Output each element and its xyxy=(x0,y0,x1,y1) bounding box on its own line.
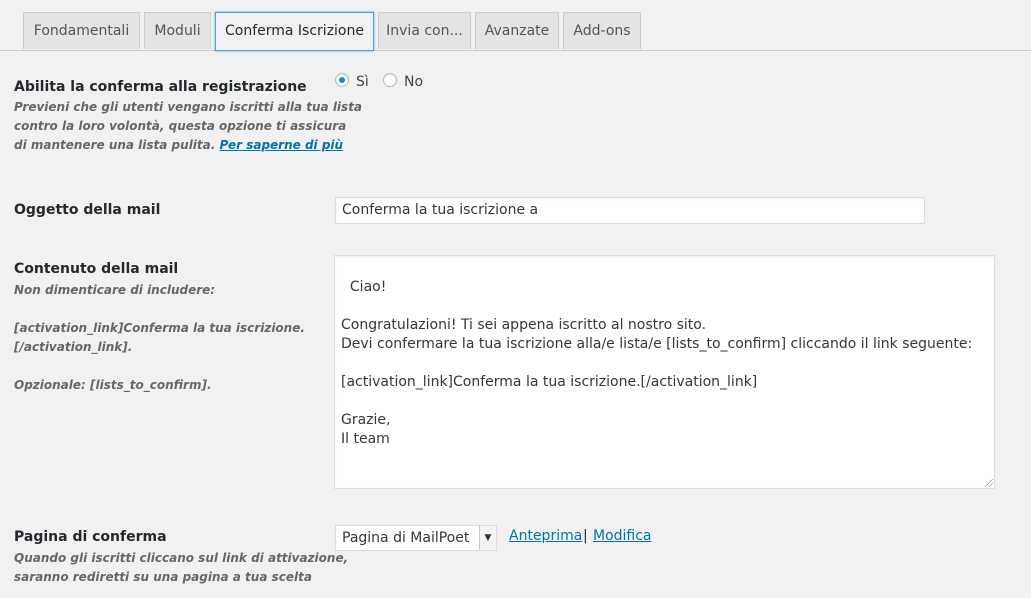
tab-moduli[interactable]: Moduli xyxy=(144,12,211,49)
chevron-down-icon[interactable]: ▼ xyxy=(479,526,496,550)
confirm-page-select-value: Pagina di MailPoet xyxy=(342,530,470,546)
content-desc-gap2 xyxy=(14,357,305,376)
subject-label: Oggetto della mail xyxy=(14,202,161,218)
confirm-page-desc-line2: saranno rediretti su una pagina a tua sc… xyxy=(14,570,312,584)
content-description: Non dimenticare di includere: [activatio… xyxy=(14,281,305,395)
content-desc-line2: [activation_link]Conferma la tua iscrizi… xyxy=(14,321,305,335)
confirm-description: Previeni che gli utenti vengano iscritti… xyxy=(14,98,362,155)
confirm-desc-line3-text: di mantenere una lista pulita. xyxy=(14,138,216,152)
content-label: Contenuto della mail xyxy=(14,261,179,277)
confirm-desc-line2: contro la loro volontà, questa opzione t… xyxy=(14,119,347,133)
tab-invia-con[interactable]: Invia con... xyxy=(378,12,471,49)
content-desc-gap1 xyxy=(14,300,305,319)
confirm-desc-line1: Previeni che gli utenti vengano iscritti… xyxy=(14,100,363,114)
tab-conferma-iscrizione[interactable]: Conferma Iscrizione xyxy=(215,12,374,51)
confirm-label: Abilita la conferma alla registrazione xyxy=(14,79,307,95)
content-desc-line1: Non dimenticare di includere: xyxy=(14,283,216,297)
learn-more-link[interactable]: Per saperne di più xyxy=(220,138,344,152)
edit-link[interactable]: Modifica xyxy=(593,528,652,544)
tab-fondamentali[interactable]: Fondamentali xyxy=(23,12,140,49)
radio-yes-label[interactable]: Sì xyxy=(356,74,369,90)
confirm-desc-line3: di mantenere una lista pulita. Per saper… xyxy=(14,136,362,155)
radio-no[interactable] xyxy=(383,73,397,87)
confirm-page-desc-line1: Quando gli iscritti cliccano sul link di… xyxy=(14,551,349,565)
tab-avanzate[interactable]: Avanzate xyxy=(475,12,559,49)
radio-no-label[interactable]: No xyxy=(404,74,423,90)
tab-add-ons[interactable]: Add-ons xyxy=(563,12,641,49)
content-textarea-text: Ciao! Congratulazioni! Ti sei appena isc… xyxy=(341,279,973,447)
settings-tabs: Fondamentali Moduli Conferma Iscrizione … xyxy=(0,0,1031,51)
confirm-page-label: Pagina di conferma xyxy=(14,529,167,545)
resize-grip-icon[interactable] xyxy=(985,479,993,487)
link-separator: | xyxy=(583,528,588,544)
content-textarea[interactable]: Ciao! Congratulazioni! Ti sei appena isc… xyxy=(334,255,995,489)
radio-yes[interactable] xyxy=(335,73,349,87)
content-desc-line4: Opzionale: [lists_to_confirm]. xyxy=(14,378,212,392)
content-desc-line3: [/activation_link]. xyxy=(14,340,133,354)
confirm-page-description: Quando gli iscritti cliccano sul link di… xyxy=(14,549,348,587)
confirm-page-select[interactable]: Pagina di MailPoet ▼ xyxy=(335,525,497,551)
subject-input[interactable]: Conferma la tua iscrizione a xyxy=(335,197,925,224)
preview-link[interactable]: Anteprima xyxy=(509,528,582,544)
